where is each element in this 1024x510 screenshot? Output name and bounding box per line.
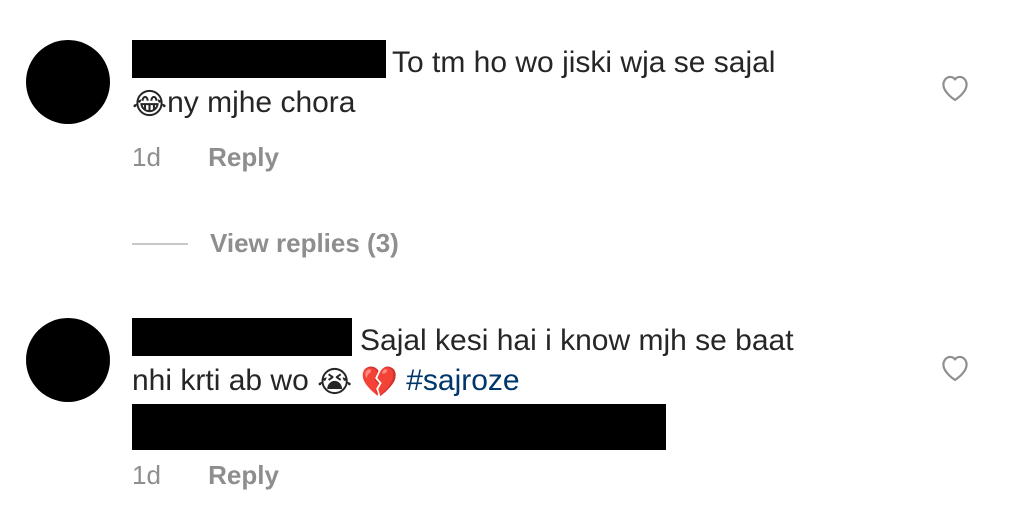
avatar[interactable] (26, 40, 110, 124)
replies-divider (132, 242, 188, 245)
redacted-text-block (132, 404, 666, 450)
like-button[interactable] (938, 72, 972, 102)
view-replies-label: View replies (3) (210, 228, 399, 258)
hashtag-link[interactable]: #sajroze (406, 364, 519, 397)
view-replies-button[interactable]: View replies (3) (132, 228, 399, 259)
broken-heart-emoji: 💔 (360, 365, 398, 400)
comment-1-body: To tm ho wo jiski wja se sajal 😂ny mjhe … (132, 40, 775, 125)
comment-1-text-line2: ny mjhe chora (167, 86, 356, 119)
comment-1-meta: 1d Reply (132, 142, 279, 173)
heart-outline-icon (942, 75, 968, 102)
reply-button[interactable]: Reply (208, 142, 279, 172)
comment-1-text-line1: To tm ho wo jiski wja se sajal (392, 46, 776, 79)
redacted-username (132, 40, 386, 78)
redacted-username (132, 318, 352, 356)
comments-list: To tm ho wo jiski wja se sajal 😂ny mjhe … (0, 0, 1024, 510)
comment-2-meta: 1d Reply (132, 460, 279, 491)
comment-1-timestamp: 1d (132, 142, 161, 172)
laughing-tears-emoji: 😂 (132, 87, 168, 122)
comment-2-text-line2: nhi krti ab wo (132, 364, 309, 397)
reply-button[interactable]: Reply (208, 460, 279, 490)
avatar[interactable] (26, 318, 110, 402)
comment-2-body: Sajal kesi hai i know mjh se baat nhi kr… (132, 318, 794, 403)
crying-face-emoji: 😭 (317, 365, 353, 400)
heart-outline-icon (942, 355, 968, 382)
comment-2-text-line1: Sajal kesi hai i know mjh se baat (360, 324, 794, 357)
like-button[interactable] (938, 352, 972, 382)
comment-2-timestamp: 1d (132, 460, 161, 490)
